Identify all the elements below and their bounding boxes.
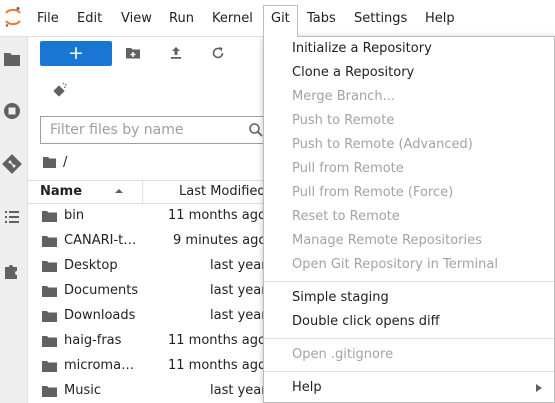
menu-item-double-click-opens-diff[interactable]: Double click opens diff <box>264 310 554 334</box>
menu-separator <box>264 338 554 339</box>
file-row[interactable]: Downloads last year <box>28 304 268 329</box>
menu-item-pull-from-remote-force[interactable]: Pull from Remote (Force) <box>264 181 554 205</box>
menu-item-pull-from-remote[interactable]: Pull from Remote <box>264 157 554 181</box>
folder-icon <box>42 336 57 347</box>
menu-separator <box>264 371 554 372</box>
git-icon[interactable] <box>1 153 23 175</box>
menu-item-manage-remote-repositories[interactable]: Manage Remote Repositories <box>264 229 554 253</box>
file-modified: last year <box>210 308 267 323</box>
file-modified: 11 months ago <box>168 208 266 223</box>
menu-item-open-gitignore[interactable]: Open .gitignore <box>264 343 554 367</box>
menu-item-reset-to-remote[interactable]: Reset to Remote <box>264 205 554 229</box>
folder-icon <box>42 361 57 372</box>
folder-icon <box>42 311 57 322</box>
menu-git[interactable]: Git <box>263 5 298 37</box>
file-modified: 11 months ago <box>168 358 266 373</box>
file-name: haig-fras <box>64 333 122 348</box>
column-divider[interactable] <box>142 181 143 203</box>
upload-icon[interactable] <box>168 45 184 61</box>
jupyter-logo-icon <box>5 7 21 27</box>
file-name: microma… <box>64 358 135 373</box>
column-header-name[interactable]: Name <box>40 184 82 199</box>
menu-item-simple-staging[interactable]: Simple staging <box>264 286 554 310</box>
folder-icon[interactable] <box>1 48 23 70</box>
folder-icon <box>42 386 57 397</box>
activity-bar <box>0 37 28 403</box>
file-modified: 11 months ago <box>168 333 266 348</box>
refresh-icon[interactable] <box>210 45 226 61</box>
file-row[interactable]: Documents last year <box>28 279 268 304</box>
file-row[interactable]: haig-fras 11 months ago <box>28 329 268 354</box>
menu-item-open-git-repository-in-terminal[interactable]: Open Git Repository in Terminal <box>264 253 554 277</box>
menu-item-help[interactable]: Help <box>264 376 554 400</box>
breadcrumb-root[interactable]: / <box>63 155 67 170</box>
folder-icon <box>42 236 57 247</box>
jupyterlab-window: File Edit View Run Kernel Git Tabs Setti… <box>0 0 555 403</box>
file-list-header: Name Last Modified <box>28 180 268 204</box>
menu-file[interactable]: File <box>29 6 67 32</box>
file-name: Downloads <box>64 308 136 323</box>
file-row[interactable]: bin 11 months ago <box>28 204 268 229</box>
search-icon <box>249 123 263 137</box>
file-name: Music <box>64 383 101 398</box>
file-row[interactable]: Music last year <box>28 379 268 403</box>
file-name: CANARI-t… <box>64 233 137 248</box>
submenu-arrow-icon <box>536 384 542 392</box>
menu-item-initialize-repository[interactable]: Initialize a Repository <box>264 37 554 61</box>
menu-settings[interactable]: Settings <box>346 6 415 32</box>
menu-kernel[interactable]: Kernel <box>204 6 261 32</box>
file-modified: last year <box>210 383 267 398</box>
git-menu: Initialize a Repository Clone a Reposito… <box>263 36 555 403</box>
file-row[interactable]: Desktop last year <box>28 254 268 279</box>
menu-item-merge-branch[interactable]: Merge Branch... <box>264 85 554 109</box>
folder-icon <box>42 286 57 297</box>
menu-help[interactable]: Help <box>417 6 463 32</box>
menu-item-help-label: Help <box>292 380 322 395</box>
file-row[interactable]: microma… 11 months ago <box>28 354 268 379</box>
menu-run[interactable]: Run <box>161 6 202 32</box>
file-modified: 9 minutes ago <box>173 233 267 248</box>
menu-item-clone-repository[interactable]: Clone a Repository <box>264 61 554 85</box>
home-folder-icon[interactable] <box>42 156 57 169</box>
file-name: bin <box>64 208 85 223</box>
folder-icon <box>42 261 57 272</box>
menu-tabs[interactable]: Tabs <box>299 6 344 32</box>
new-folder-icon[interactable] <box>125 45 141 61</box>
sort-ascending-icon <box>115 189 123 193</box>
table-of-contents-icon[interactable] <box>1 206 23 228</box>
running-icon[interactable] <box>1 100 23 122</box>
menu-view[interactable]: View <box>113 6 160 32</box>
file-name: Desktop <box>64 258 118 273</box>
extension-icon[interactable] <box>1 259 23 281</box>
menu-edit[interactable]: Edit <box>69 6 110 32</box>
menu-item-push-to-remote[interactable]: Push to Remote <box>264 109 554 133</box>
git-clone-icon[interactable] <box>52 82 68 98</box>
filter-files-field <box>40 116 274 144</box>
file-name: Documents <box>64 283 139 298</box>
breadcrumb: / <box>42 153 67 171</box>
file-modified: last year <box>210 283 267 298</box>
column-header-last-modified[interactable]: Last Modified <box>179 184 266 199</box>
folder-icon <box>42 211 57 222</box>
file-modified: last year <box>210 258 267 273</box>
file-row[interactable]: CANARI-t… 9 minutes ago <box>28 229 268 254</box>
menu-item-push-to-remote-advanced[interactable]: Push to Remote (Advanced) <box>264 133 554 157</box>
file-browser-panel: + / <box>28 37 274 403</box>
menu-separator <box>264 281 554 282</box>
new-launcher-button[interactable]: + <box>40 41 112 66</box>
filter-files-input[interactable] <box>41 117 241 143</box>
menu-bar: File Edit View Run Kernel Git Tabs Setti… <box>0 0 555 37</box>
file-list: bin 11 months ago CANARI-t… 9 minutes ag… <box>28 204 268 403</box>
